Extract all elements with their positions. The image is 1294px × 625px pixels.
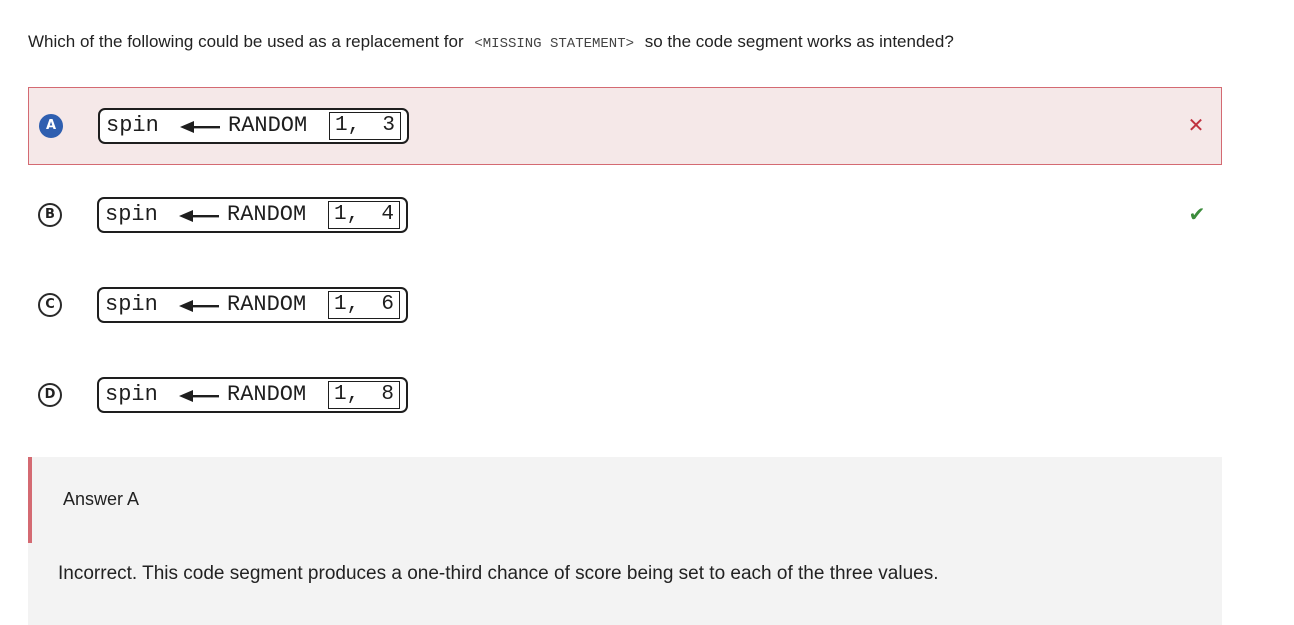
argument-2: 6 [381, 293, 394, 316]
argument-1: 1, [334, 383, 360, 406]
answer-option-b[interactable]: B spin RANDOM 1, 4 ✔ [28, 177, 1222, 255]
question-prefix: Which of the following could be used as … [28, 32, 464, 51]
arguments-box: 1, 3 [329, 112, 401, 140]
answer-explanation: Incorrect. This code segment produces a … [58, 563, 939, 584]
code-block: spin RANDOM 1, 3 [98, 108, 409, 144]
procedure-name: RANDOM [227, 292, 307, 317]
procedure-name: RANDOM [227, 382, 307, 407]
question-suffix: so the code segment works as intended? [644, 32, 954, 51]
code-block: spin RANDOM 1, 4 [97, 197, 408, 233]
option-letter-d: D [38, 383, 62, 407]
assignment-arrow-icon [180, 121, 220, 133]
argument-2: 8 [381, 383, 394, 406]
variable-name: spin [105, 202, 158, 227]
arguments-box: 1, 6 [328, 291, 400, 319]
answer-option-c[interactable]: C spin RANDOM 1, 6 [28, 267, 1222, 345]
procedure-name: RANDOM [228, 113, 308, 138]
option-letter-a: A [39, 114, 63, 138]
answer-label: Answer A [63, 489, 140, 509]
feedback-panel: Answer A Incorrect. This code segment pr… [28, 457, 1222, 625]
answer-option-d[interactable]: D spin RANDOM 1, 8 [28, 357, 1222, 435]
argument-1: 1, [334, 203, 360, 226]
procedure-name: RANDOM [227, 202, 307, 227]
variable-name: spin [105, 382, 158, 407]
arguments-box: 1, 8 [328, 381, 400, 409]
variable-name: spin [106, 113, 159, 138]
variable-name: spin [105, 292, 158, 317]
x-icon: ✕ [1187, 113, 1205, 137]
feedback-accent-bar [28, 457, 32, 543]
answer-option-a[interactable]: A spin RANDOM 1, 3 ✕ [28, 87, 1222, 165]
assignment-arrow-icon [179, 210, 219, 222]
argument-2: 3 [382, 114, 395, 137]
missing-statement-code: <MISSING STATEMENT> [474, 36, 635, 52]
option-letter-c: C [38, 293, 62, 317]
check-icon: ✔ [1188, 202, 1206, 226]
argument-1: 1, [334, 293, 360, 316]
argument-1: 1, [335, 114, 361, 137]
option-letter-b: B [38, 203, 62, 227]
code-block: spin RANDOM 1, 6 [97, 287, 408, 323]
assignment-arrow-icon [179, 300, 219, 312]
question-text: Which of the following could be used as … [28, 30, 954, 56]
assignment-arrow-icon [179, 390, 219, 402]
argument-2: 4 [381, 203, 394, 226]
code-block: spin RANDOM 1, 8 [97, 377, 408, 413]
arguments-box: 1, 4 [328, 201, 400, 229]
